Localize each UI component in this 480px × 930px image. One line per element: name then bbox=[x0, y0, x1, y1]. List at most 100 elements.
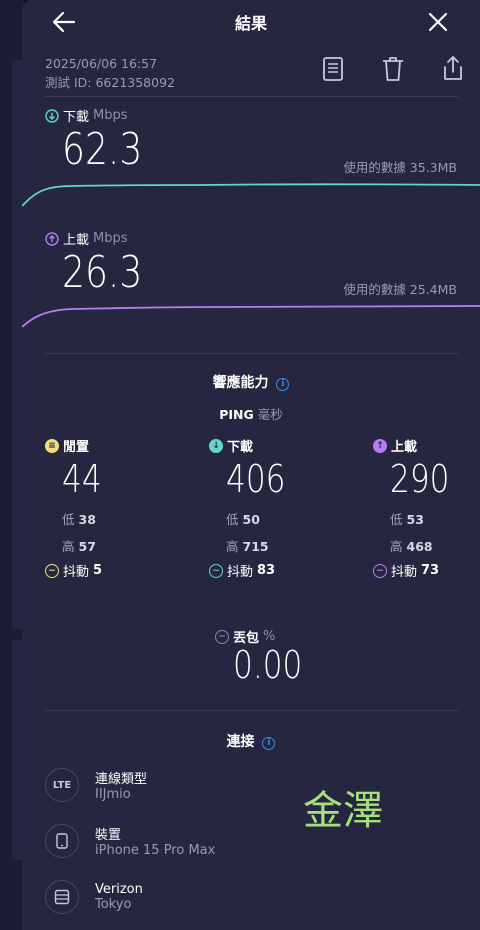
test-id: 測試 ID: 6621358092 bbox=[45, 75, 175, 90]
close-button[interactable] bbox=[424, 8, 452, 36]
upload-label-row: 上載 Mbps bbox=[45, 229, 128, 248]
connection-title: 連接 bbox=[226, 734, 255, 750]
server-provider: Verizon bbox=[95, 882, 143, 897]
idle-high-value: 57 bbox=[78, 539, 96, 554]
ping-upload-column: ↑ 上載 290 低 53 高 468 ~ 抖動 73 bbox=[373, 436, 473, 580]
download-arrow-icon bbox=[45, 108, 59, 123]
server-glyph bbox=[54, 889, 70, 905]
upload-data-used: 使用的數據 25.4MB bbox=[343, 282, 457, 297]
responsiveness-title: 響應能力 bbox=[212, 375, 269, 391]
document-icon bbox=[323, 57, 343, 81]
upload-speed-value: 26.3 bbox=[62, 247, 143, 298]
ping-idle-column: ≡ 閒置 44 低 38 高 57 ~ 抖動 5 bbox=[45, 436, 185, 580]
info-icon[interactable]: i bbox=[262, 736, 276, 750]
idle-ping-value: 44 bbox=[62, 457, 102, 501]
idle-high: 高 57 bbox=[62, 536, 185, 555]
idle-jitter: ~ 抖動 5 bbox=[45, 561, 185, 580]
connection-type-row: LTE 連線類型 IIJmio bbox=[45, 768, 147, 802]
download-high-value: 715 bbox=[242, 539, 269, 554]
idle-jitter-value: 5 bbox=[93, 563, 103, 578]
idle-high-label: 高 bbox=[62, 539, 75, 554]
upload-ping-value: 290 bbox=[390, 457, 450, 501]
download-arrow-icon: ↓ bbox=[209, 438, 223, 453]
server-row: Verizon Tokyo bbox=[45, 880, 143, 914]
divider bbox=[45, 710, 458, 711]
upload-high-value: 468 bbox=[406, 539, 433, 554]
page-title: 結果 bbox=[234, 14, 267, 33]
idle-low-label: 低 bbox=[62, 512, 75, 527]
ping-label: PING bbox=[219, 407, 254, 422]
packet-loss-icon: − bbox=[215, 629, 229, 644]
server-icon bbox=[45, 880, 79, 914]
ping-download-label-row: ↓ 下載 bbox=[209, 436, 349, 455]
device-row: 裝置 iPhone 15 Pro Max bbox=[45, 824, 215, 858]
upload-arrow-icon bbox=[45, 231, 59, 246]
jitter-icon: ~ bbox=[373, 563, 387, 578]
download-data-used: 使用的數據 35.3MB bbox=[343, 160, 457, 175]
share-button[interactable] bbox=[440, 54, 466, 82]
download-low-label: 低 bbox=[226, 512, 239, 527]
watermark-text: 金澤 bbox=[303, 788, 383, 834]
jitter-icon: ~ bbox=[45, 563, 59, 578]
download-jitter-value: 83 bbox=[257, 563, 276, 578]
server-location: Tokyo bbox=[95, 897, 132, 912]
jitter-icon: ~ bbox=[209, 563, 223, 578]
details-button[interactable] bbox=[320, 56, 346, 82]
idle-low-value: 38 bbox=[78, 512, 96, 527]
upload-low-label: 低 bbox=[390, 512, 403, 527]
delete-button[interactable] bbox=[380, 56, 406, 82]
info-icon[interactable]: i bbox=[276, 377, 290, 391]
download-ping-value: 406 bbox=[226, 457, 286, 501]
upload-jitter: ~ 抖動 73 bbox=[373, 561, 473, 580]
download-speed-value: 62.3 bbox=[62, 124, 143, 175]
trash-icon bbox=[383, 57, 403, 81]
ping-unit: 毫秒 bbox=[257, 407, 283, 422]
background-app-edge bbox=[0, 0, 26, 930]
idle-label: 閒置 bbox=[63, 440, 90, 455]
upload-low: 低 53 bbox=[390, 509, 473, 528]
device-label: 裝置 bbox=[95, 828, 122, 843]
divider bbox=[45, 353, 458, 354]
upload-arrow-icon: ↑ bbox=[373, 438, 387, 453]
phone-glyph bbox=[56, 833, 68, 849]
idle-label-row: ≡ 閒置 bbox=[45, 436, 185, 455]
upload-high-label: 高 bbox=[390, 539, 403, 554]
connection-heading: 連接 i bbox=[22, 731, 480, 751]
ping-download-label: 下載 bbox=[227, 440, 254, 455]
ping-upload-label: 上載 bbox=[391, 440, 418, 455]
phone-icon bbox=[45, 824, 79, 858]
pause-icon: ≡ bbox=[45, 438, 59, 453]
packet-loss-unit: % bbox=[263, 629, 276, 644]
download-jitter-label: 抖動 bbox=[227, 565, 254, 580]
upload-high: 高 468 bbox=[390, 536, 473, 555]
download-jitter: ~ 抖動 83 bbox=[209, 561, 349, 580]
device-value: iPhone 15 Pro Max bbox=[95, 843, 216, 858]
download-low-value: 50 bbox=[242, 512, 260, 527]
idle-low: 低 38 bbox=[62, 509, 185, 528]
upload-jitter-label: 抖動 bbox=[391, 565, 418, 580]
ping-upload-label-row: ↑ 上載 bbox=[373, 436, 473, 455]
download-high-label: 高 bbox=[226, 539, 239, 554]
packet-loss-value: 0.00 bbox=[233, 643, 303, 687]
responsiveness-heading: 響應能力 i bbox=[22, 372, 480, 392]
share-icon bbox=[444, 56, 462, 80]
download-speed-graph bbox=[22, 183, 480, 207]
download-unit: Mbps bbox=[93, 108, 128, 123]
upload-low-value: 53 bbox=[406, 512, 424, 527]
result-sheet: 結果 2025/06/06 16:57 測試 ID: 6621358092 下載… bbox=[22, 0, 480, 930]
ping-download-column: ↓ 下載 406 低 50 高 715 ~ 抖動 83 bbox=[209, 436, 349, 580]
close-icon bbox=[428, 12, 448, 32]
ping-heading: PING 毫秒 bbox=[22, 404, 480, 423]
test-datetime: 2025/06/06 16:57 bbox=[45, 56, 158, 71]
download-high: 高 715 bbox=[226, 536, 349, 555]
download-low: 低 50 bbox=[226, 509, 349, 528]
download-label: 下載 bbox=[63, 110, 90, 125]
connection-type-value: IIJmio bbox=[95, 787, 131, 802]
idle-jitter-label: 抖動 bbox=[63, 565, 90, 580]
upload-unit: Mbps bbox=[93, 231, 128, 246]
upload-speed-graph bbox=[22, 305, 480, 328]
lte-icon: LTE bbox=[45, 768, 79, 802]
upload-label: 上載 bbox=[63, 233, 90, 248]
connection-type-label: 連線類型 bbox=[95, 772, 148, 787]
upload-jitter-value: 73 bbox=[421, 563, 440, 578]
